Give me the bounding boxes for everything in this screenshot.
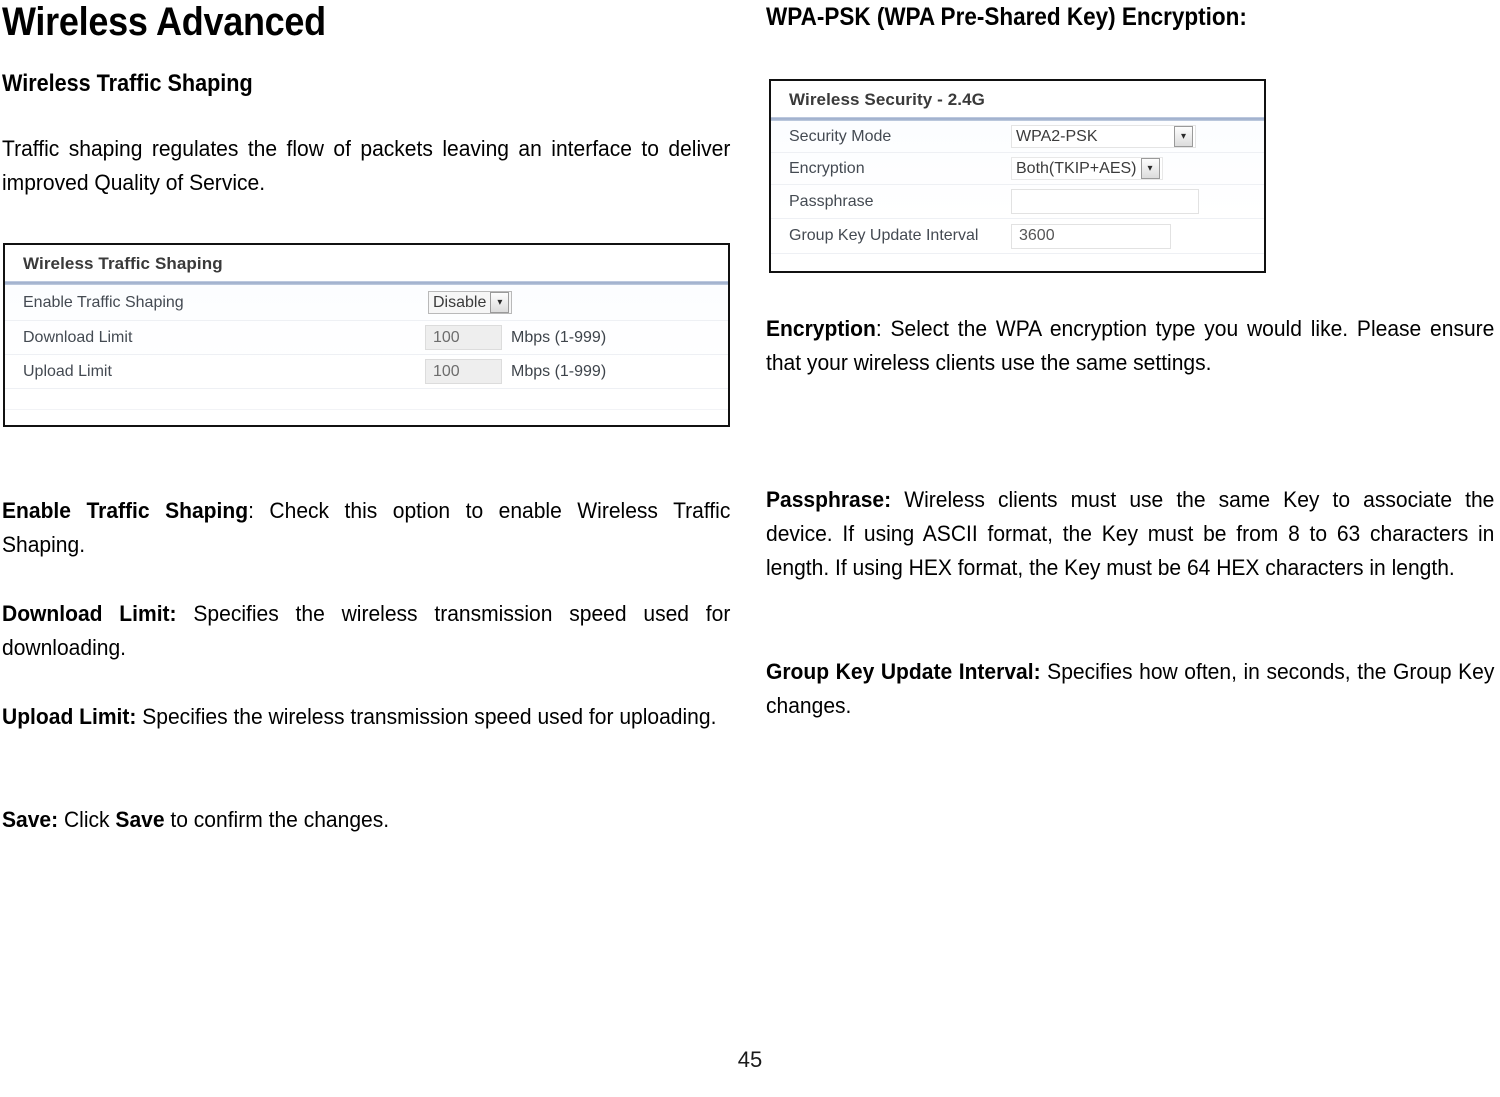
enable-traffic-shaping-select-value: Disable	[433, 293, 487, 311]
description-term-download-limit: Download Limit:	[2, 601, 177, 626]
figure-1-field-upload-limit: 100 Mbps (1-999)	[425, 359, 606, 384]
save-text-after: to confirm the changes.	[164, 807, 390, 832]
description-term-enable-traffic-shaping: Enable Traffic Shaping	[2, 498, 249, 523]
figure-2-row-group-key-update-interval: Group Key Update Interval 3600	[771, 219, 1264, 254]
encryption-select[interactable]: Both(TKIP+AES) ▾	[1011, 157, 1163, 180]
description-term-upload-limit: Upload Limit:	[2, 704, 137, 729]
section-title-wireless-traffic-shaping: Wireless Traffic Shaping	[2, 70, 253, 97]
chevron-down-icon[interactable]: ▾	[490, 292, 510, 313]
figure-1-row-enable-traffic-shaping: Enable Traffic Shaping Disable ▾	[5, 285, 728, 321]
figure-1-field-enable-traffic-shaping: Disable ▾	[428, 291, 513, 314]
right-column-heading: WPA-PSK (WPA Pre-Shared Key) Encryption:	[766, 3, 1247, 31]
upload-limit-input[interactable]: 100	[425, 359, 502, 384]
figure-2-label-group-key-update-interval: Group Key Update Interval	[789, 227, 979, 244]
description-encryption: Encryption: Select the WPA encryption ty…	[766, 312, 1494, 380]
document-page: Wireless Advanced Wireless Traffic Shapi…	[0, 0, 1500, 1097]
figure-2-field-passphrase	[1011, 189, 1199, 214]
description-upload-limit: Upload Limit: Specifies the wireless tra…	[2, 700, 730, 734]
page-number: 45	[737, 1047, 763, 1072]
intro-paragraph: Traffic shaping regulates the flow of pa…	[2, 132, 730, 200]
description-passphrase: Passphrase: Wireless clients must use th…	[766, 483, 1494, 585]
figure-1-label-upload-limit: Upload Limit	[23, 362, 112, 380]
description-enable-traffic-shaping: Enable Traffic Shaping: Check this optio…	[2, 494, 730, 562]
page-title: Wireless Advanced	[2, 0, 326, 44]
security-mode-select[interactable]: WPA2-PSK ▾	[1011, 125, 1196, 148]
upload-limit-unit: Mbps (1-999)	[511, 362, 607, 380]
figure-1-field-download-limit: 100 Mbps (1-999)	[425, 325, 606, 350]
enable-traffic-shaping-select[interactable]: Disable ▾	[428, 291, 513, 314]
description-download-limit: Download Limit: Specifies the wireless t…	[2, 597, 730, 665]
figure-2-title: Wireless Security - 2.4G	[789, 90, 985, 109]
figure-2-field-security-mode: WPA2-PSK ▾	[1011, 125, 1196, 148]
description-term-group-key-update-interval: Group Key Update Interval:	[766, 659, 1041, 684]
chevron-down-icon[interactable]: ▾	[1174, 126, 1193, 147]
figure-1-row-upload-limit: Upload Limit 100 Mbps (1-999)	[5, 355, 728, 389]
description-group-key-update-interval: Group Key Update Interval: Specifies how…	[766, 655, 1494, 723]
description-term-encryption: Encryption	[766, 316, 876, 341]
description-term-passphrase: Passphrase:	[766, 487, 892, 512]
figure-1-body: Enable Traffic Shaping Disable ▾ Downloa…	[5, 285, 728, 410]
figure-wireless-security-24g: Wireless Security - 2.4G Security Mode W…	[769, 79, 1266, 273]
passphrase-input[interactable]	[1011, 189, 1199, 214]
figure-2-label-encryption: Encryption	[789, 159, 865, 177]
description-separator-r0: :	[875, 316, 891, 341]
figure-2-row-passphrase: Passphrase	[771, 185, 1264, 219]
description-separator-r1	[891, 487, 904, 512]
figure-2-label-passphrase: Passphrase	[789, 192, 874, 210]
download-limit-input[interactable]: 100	[425, 325, 502, 350]
description-separator-1	[177, 601, 194, 626]
figure-2-row-security-mode: Security Mode WPA2-PSK ▾	[771, 121, 1264, 153]
description-save: Save: Click Save to confirm the changes.	[2, 803, 730, 837]
download-limit-unit: Mbps (1-999)	[511, 328, 607, 346]
figure-2-body: Security Mode WPA2-PSK ▾ Encryption Both…	[771, 121, 1264, 271]
description-term-save: Save:	[2, 807, 59, 832]
figure-2-field-group-key-update-interval: 3600	[1011, 223, 1171, 249]
figure-1-spacer-row	[5, 389, 728, 410]
figure-2-field-encryption: Both(TKIP+AES) ▾	[1011, 157, 1163, 180]
figure-2-spacer-row	[771, 254, 1264, 271]
figure-1-title: Wireless Traffic Shaping	[23, 254, 223, 273]
figure-1-label-download-limit: Download Limit	[23, 328, 133, 346]
figure-1-row-download-limit: Download Limit 100 Mbps (1-999)	[5, 321, 728, 355]
encryption-select-value: Both(TKIP+AES)	[1016, 159, 1137, 177]
save-bold-word: Save	[115, 807, 165, 832]
group-key-update-interval-input[interactable]: 3600	[1011, 223, 1171, 249]
figure-wireless-traffic-shaping: Wireless Traffic Shaping Enable Traffic …	[3, 243, 730, 427]
description-text-upload-limit: Specifies the wireless transmission spee…	[142, 704, 717, 729]
figure-2-row-encryption: Encryption Both(TKIP+AES) ▾	[771, 153, 1264, 185]
figure-2-label-security-mode: Security Mode	[789, 127, 892, 145]
description-separator-r2	[1041, 659, 1048, 684]
description-separator-0: :	[248, 498, 270, 523]
intro-paragraph-text: Traffic shaping regulates the flow of pa…	[2, 136, 731, 195]
security-mode-select-value: WPA2-PSK	[1016, 127, 1098, 145]
save-text-before: Click	[58, 807, 116, 832]
figure-1-label-enable-traffic-shaping: Enable Traffic Shaping	[23, 293, 184, 311]
chevron-down-icon[interactable]: ▾	[1140, 158, 1160, 179]
